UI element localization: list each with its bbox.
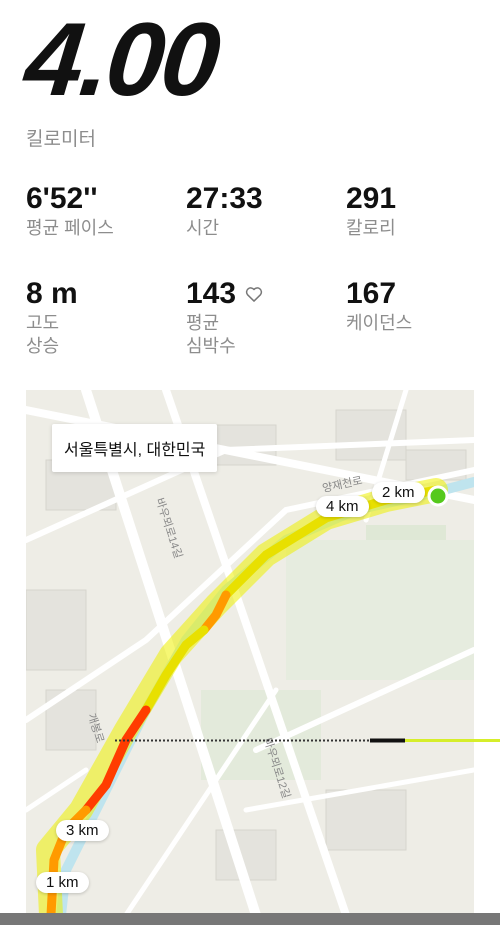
stat-time: 27:33 시간 — [186, 182, 263, 240]
km-marker-1[interactable]: 1 km — [36, 872, 89, 893]
cadence-value: 167 — [346, 277, 397, 310]
stat-elevation: 8 m 고도 상승 — [26, 277, 78, 359]
km-marker-3[interactable]: 3 km — [56, 820, 109, 841]
start-marker — [427, 485, 449, 507]
calories-value: 291 — [346, 182, 397, 215]
elevation-label-2: 상승 — [26, 336, 60, 357]
heart-rate-label-1: 평균 — [186, 313, 220, 333]
distance-value: 4.00 — [19, 2, 223, 118]
elevation-label-1: 고도 — [26, 313, 60, 333]
cadence-label: 케이던스 — [346, 313, 413, 333]
stat-heart-rate: 143 평균 심박수 — [186, 277, 264, 359]
bottom-bar — [0, 913, 500, 925]
km-marker-4[interactable]: 4 km — [316, 496, 369, 517]
calories-label: 칼로리 — [346, 218, 396, 238]
heart-rate-label-2: 심박수 — [186, 336, 236, 357]
distance-unit: 킬로미터 — [26, 129, 96, 150]
time-label: 시간 — [186, 218, 220, 238]
heart-outline-icon[interactable] — [244, 284, 264, 304]
stat-calories: 291 칼로리 — [346, 182, 396, 240]
elevation-value: 8 m — [26, 277, 78, 310]
stat-cadence: 167 케이던스 — [346, 277, 412, 335]
heart-rate-value: 143 — [186, 277, 237, 310]
map-seam-line — [115, 738, 500, 743]
avg-pace-label: 평균 페이스 — [26, 218, 114, 238]
route-map[interactable]: 서울특별시, 대한민국 양재천로 바우뫼로14길 바우뫼로12길 개봉로 1 k… — [26, 390, 474, 915]
stat-avg-pace: 6'52'' 평균 페이스 — [26, 182, 114, 240]
km-marker-2[interactable]: 2 km — [372, 482, 425, 503]
time-value: 27:33 — [186, 182, 263, 215]
avg-pace-value: 6'52'' — [26, 182, 98, 215]
location-label: 서울특별시, 대한민국 — [52, 424, 218, 472]
